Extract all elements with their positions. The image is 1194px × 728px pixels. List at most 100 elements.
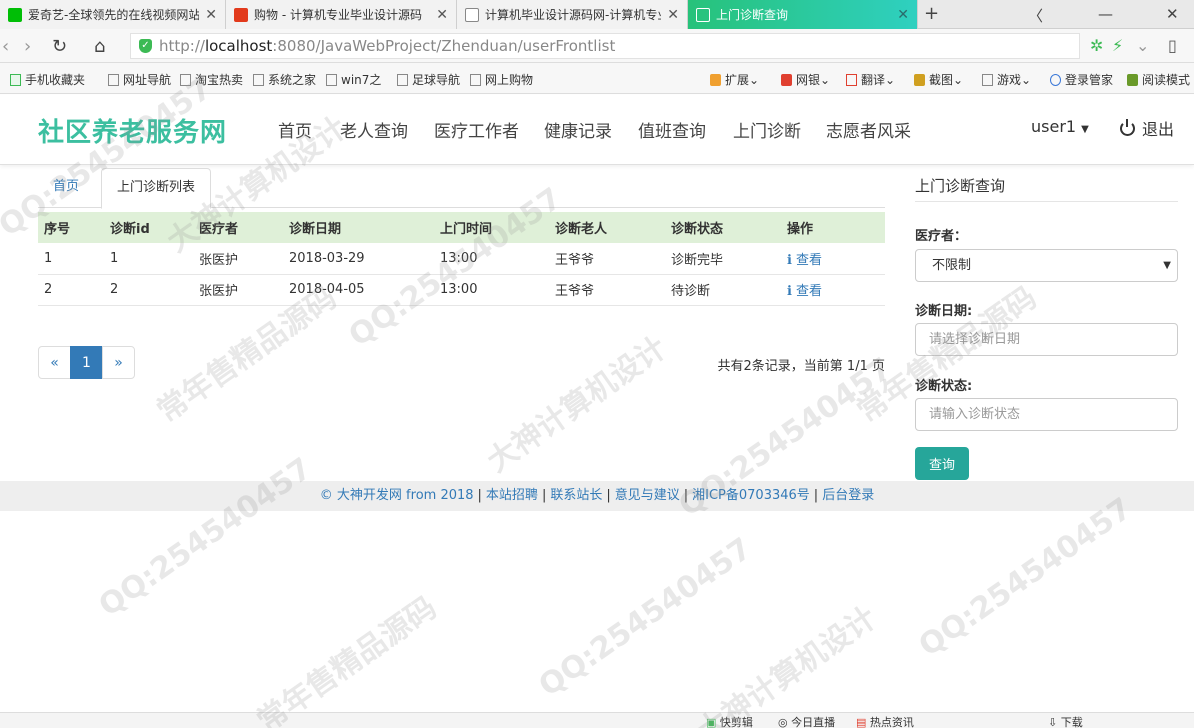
cell-doctor: 张医护 [193,243,283,275]
cell-doctor: 张医护 [193,274,283,306]
breadcrumb-home[interactable]: 首页 [38,168,94,208]
nav-duty[interactable]: 值班查询 [638,117,706,142]
bookmark-item[interactable]: 系统之家 [253,71,316,88]
phone-icon[interactable]: ▯ [1168,36,1177,55]
lightning-icon[interactable]: ⚡ [1112,36,1123,55]
bookmark-item[interactable]: 淘宝热卖 [180,71,243,88]
bookmark-item[interactable]: 足球导航 [397,71,460,88]
bookmark-item[interactable]: 手机收藏夹 [10,71,85,88]
close-tab-icon[interactable]: ✕ [667,7,679,23]
nav-home-visit[interactable]: 上门诊断 [733,117,801,142]
col-header: 操作 [781,212,885,243]
close-tab-icon[interactable]: ✕ [897,7,909,23]
reload-icon[interactable]: ↻ [52,36,67,57]
col-header: 诊断id [104,212,193,243]
new-tab-button[interactable]: + [924,3,939,24]
col-header: 医疗者 [193,212,283,243]
url-field[interactable]: ✓ http://localhost:8080/JavaWebProject/Z… [130,33,1080,59]
status-item[interactable]: ⇩ 下载 [1048,714,1083,728]
footer-feedback-link[interactable]: 意见与建议 [615,488,680,503]
page-icon [108,73,119,86]
site-logo[interactable]: 社区养老服务网 [38,112,227,149]
close-tab-icon[interactable]: ✕ [436,7,448,23]
doctor-select[interactable]: 不限制 ▼ [915,249,1178,282]
bookmark-item[interactable]: 网上购物 [470,71,533,88]
status-item[interactable]: ▤ 热点资讯 [856,714,914,728]
next-page-button[interactable]: » [102,346,135,379]
nav-volunteers[interactable]: 志愿者风采 [826,117,911,142]
nav-health-records[interactable]: 健康记录 [544,117,612,142]
browser-tab-source[interactable]: 计算机毕业设计源码网-计算机专业 ✕ [457,0,688,29]
nav-elderly[interactable]: 老人查询 [340,117,408,142]
cell-time: 13:00 [434,274,549,306]
watermark-text: QQ:254540457 [92,451,319,624]
footer-icp-link[interactable]: 湘ICP备0703346号 [692,488,810,503]
view-link[interactable]: ℹ 查看 [787,253,822,268]
nav-home[interactable]: 首页 [278,117,312,142]
bookmark-item[interactable]: win7之 [326,71,381,88]
select-caret-icon: ▼ [1163,260,1171,271]
minimize-window-icon[interactable]: — [1098,5,1113,23]
forward-icon[interactable]: › [24,36,31,57]
reading-mode-button[interactable]: 阅读模式 [1127,71,1190,88]
tab-title: 购物 - 计算机专业毕业设计源码 [254,8,422,22]
restore-window-icon[interactable]: 〈 [1028,5,1043,26]
view-link[interactable]: ℹ 查看 [787,284,822,299]
bank-button[interactable]: 网银 ⌄ [781,71,830,88]
status-input[interactable]: 请输入诊断状态 [915,398,1178,431]
cell-status: 诊断完毕 [665,243,781,275]
translate-button[interactable]: 翻译 ⌄ [846,71,895,88]
status-item[interactable]: ◎ 今日直播 [778,714,835,728]
search-button[interactable]: 查询 [915,447,969,480]
separator: | [606,488,611,503]
table-row: 2 2 张医护 2018-04-05 13:00 王爷爷 待诊断 ℹ 查看 [38,274,885,306]
page-icon [470,73,481,86]
back-icon[interactable]: ‹ [2,36,9,57]
home-icon[interactable]: ⌂ [94,36,105,57]
browser-tab-iqiyi[interactable]: 爱奇艺-全球领先的在线视频网站 ✕ [0,0,226,29]
tab-title: 上门诊断查询 [716,8,789,22]
bookmarks-bar: 手机收藏夹 网址导航 淘宝热卖 系统之家 win7之 足球导航 网上购物 扩展 … [0,63,1194,94]
footer-copyright[interactable]: © 大神开发网 from 2018 [320,488,474,503]
page-1-button[interactable]: 1 [70,346,103,379]
dropdown-icon[interactable]: ⌄ [1136,36,1149,55]
speed-mode-icon[interactable]: ✲ [1090,36,1103,55]
site-footer: © 大神开发网 from 2018 | 本站招聘 | 联系站长 | 意见与建议 | 湘ICP备0… [0,481,1194,511]
login-manager-button[interactable]: 登录管家 [1050,71,1113,88]
bookmark-item[interactable]: 网址导航 [108,71,171,88]
info-icon: ℹ [787,252,792,268]
info-icon: ℹ [787,284,792,299]
footer-admin-login-link[interactable]: 后台登录 [822,488,874,503]
shopping-favicon-icon [234,7,248,22]
separator: | [541,488,547,503]
news-icon: ▤ [856,716,867,728]
user-menu[interactable]: user1 ▼ [1031,117,1089,136]
secure-shield-icon: ✓ [139,39,152,53]
pagination: « 1 » [38,346,135,379]
footer-contact-link[interactable]: 联系站长 [550,488,602,503]
logout-button[interactable]: 退出 [1120,116,1174,140]
prev-page-button[interactable]: « [38,346,71,379]
status-item[interactable]: ▣ 快剪辑 [706,714,753,728]
book-icon [1127,73,1138,86]
games-button[interactable]: 游戏 ⌄ [982,71,1031,88]
screenshot-button[interactable]: 截图 ⌄ [914,71,963,88]
cell-id: 1 [104,243,193,275]
iqiyi-favicon-icon [8,7,22,22]
url-text: http://localhost:8080/JavaWebProject/Zhe… [159,37,616,55]
cell-action: ℹ 查看 [781,274,885,306]
browser-tab-active[interactable]: 上门诊断查询 ✕ [688,0,918,29]
watermark-text: QQ:254540457 [532,531,759,704]
watermark-text: 常年售精品源码 [250,590,444,728]
extensions-button[interactable]: 扩展 ⌄ [710,71,759,88]
extensions-icon [710,73,721,86]
close-window-icon[interactable]: ✕ [1166,5,1179,23]
nav-medical-workers[interactable]: 医疗工作者 [434,117,519,142]
breadcrumb-current[interactable]: 上门诊断列表 [101,168,212,209]
close-tab-icon[interactable]: ✕ [205,7,217,23]
date-input[interactable]: 请选择诊断日期 [915,323,1178,356]
cell-status: 待诊断 [665,274,781,306]
browser-tab-shopping[interactable]: 购物 - 计算机专业毕业设计源码 ✕ [226,0,457,29]
footer-jobs-link[interactable]: 本站招聘 [486,488,538,503]
table-row: 1 1 张医护 2018-03-29 13:00 王爷爷 诊断完毕 ℹ 查看 [38,243,885,275]
